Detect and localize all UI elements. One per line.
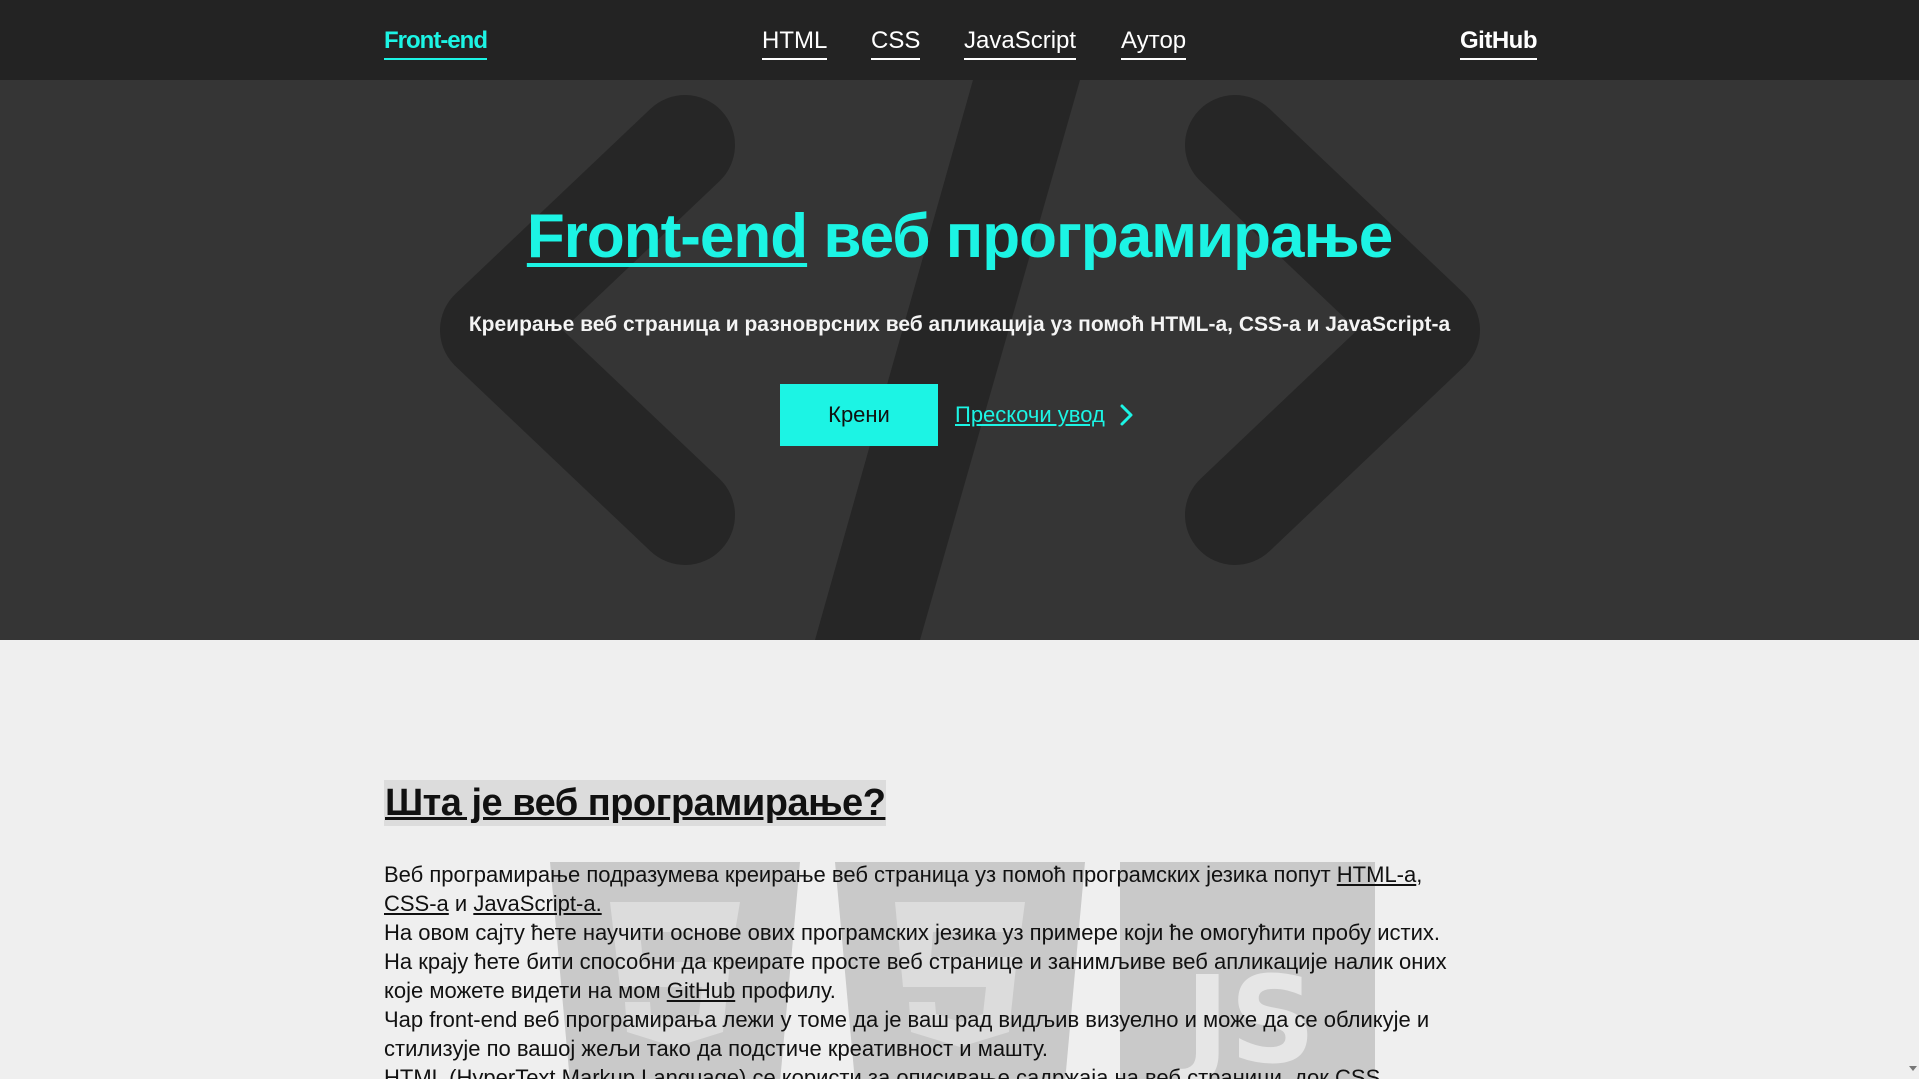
chevron-right-icon bbox=[1120, 404, 1133, 426]
nav-github-link[interactable]: GitHub bbox=[1460, 26, 1537, 60]
css-link[interactable]: CSS-a bbox=[384, 891, 449, 916]
intro-paragraph: Веб програмирање подразумева креирање ве… bbox=[384, 860, 1534, 1079]
paragraph-line: На овом сајту ћете научити основе ових п… bbox=[384, 920, 1441, 945]
paragraph-line: које можете видети на мом GitHub профилу… bbox=[384, 976, 1534, 1005]
paragraph-text: профилу. bbox=[735, 978, 836, 1003]
code-brackets-icon bbox=[440, 80, 1480, 640]
github-profile-link[interactable]: GitHub bbox=[667, 978, 735, 1003]
hero-subtitle: Креирање веб страница и разноврсних веб … bbox=[468, 313, 1451, 336]
hero-section: Front-end веб програмирање Креирање веб … bbox=[0, 80, 1919, 640]
nav-link-author[interactable]: Аутор bbox=[1121, 26, 1187, 60]
javascript-link[interactable]: JavaScript-a. bbox=[473, 891, 601, 916]
nav-brand-link[interactable]: Front-end bbox=[384, 26, 488, 60]
intro-section: JS Шта је веб програмирање? Веб програми… bbox=[0, 640, 1919, 1079]
paragraph-line: CSS-a и JavaScript-a. bbox=[384, 889, 1534, 918]
nav-link-javascript[interactable]: JavaScript bbox=[964, 26, 1077, 60]
nav-link-html[interactable]: HTML bbox=[762, 26, 828, 60]
paragraph-line: стилизује по вашој жељи тако да подстиче… bbox=[384, 1036, 1048, 1061]
hero-title-rest: веб програмирање bbox=[807, 202, 1393, 271]
paragraph-text: Веб програмирање подразумева креирање ве… bbox=[384, 862, 1337, 887]
start-button[interactable]: Крени bbox=[780, 384, 938, 446]
hero-title-link[interactable]: Front-end bbox=[527, 202, 808, 271]
hero-title: Front-end веб програмирање bbox=[0, 192, 1919, 282]
top-navbar: Front-end HTML CSS JavaScript Аутор GitH… bbox=[0, 0, 1919, 80]
paragraph-line: Веб програмирање подразумева креирање ве… bbox=[384, 860, 1534, 889]
paragraph-line: Чар front-end веб програмирања лежи у то… bbox=[384, 1007, 1430, 1032]
html-link[interactable]: HTML-a bbox=[1337, 862, 1416, 887]
scroll-down-arrow-icon[interactable] bbox=[1909, 1066, 1917, 1071]
section-title: Шта је веб програмирање? bbox=[384, 780, 887, 826]
paragraph-line: На крају ћете бити способни да креирате … bbox=[384, 949, 1447, 974]
paragraph-text: , bbox=[1416, 862, 1423, 887]
skip-intro-link[interactable]: Прескочи увод bbox=[955, 400, 1137, 430]
nav-link-css[interactable]: CSS bbox=[871, 26, 921, 60]
paragraph-line: HTML (HyperText Markup Language) се кори… bbox=[384, 1065, 1381, 1079]
skip-intro-label: Прескочи увод bbox=[955, 402, 1105, 427]
paragraph-text: и bbox=[448, 891, 474, 916]
paragraph-text: које можете видети на мом bbox=[384, 978, 667, 1003]
